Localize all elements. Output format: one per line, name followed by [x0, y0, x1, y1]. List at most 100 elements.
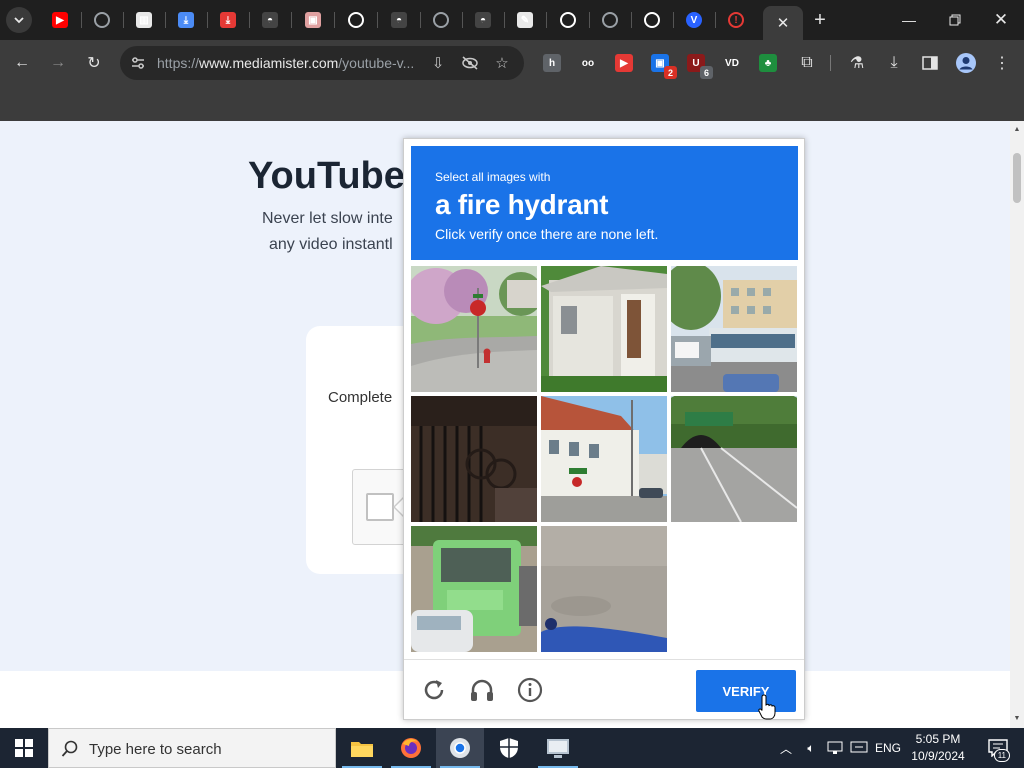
network-icon [827, 741, 843, 754]
green-extension-icon[interactable]: ♣ [759, 54, 777, 72]
clock[interactable]: 5:05 PM 10/9/2024 [908, 731, 968, 765]
image-tile[interactable] [541, 526, 667, 652]
reload-challenge-icon[interactable] [420, 676, 448, 704]
notification-button[interactable]: 11 [978, 728, 1018, 768]
security-button[interactable] [485, 728, 533, 768]
browser-tab[interactable] [632, 6, 672, 34]
browser-tab[interactable]: ▥ [124, 6, 164, 34]
image-tile[interactable] [671, 266, 797, 392]
chrome-button[interactable] [436, 728, 484, 768]
browser-tab[interactable]: ◓ [379, 6, 419, 34]
tray-overflow-button[interactable]: ︿ [776, 728, 796, 768]
browser-tab[interactable]: ✎ [505, 6, 545, 34]
network-button[interactable] [824, 728, 846, 768]
vd-icon: V [686, 12, 702, 28]
restore-button[interactable] [932, 0, 978, 40]
scroll-thumb[interactable] [1013, 153, 1021, 203]
back-button[interactable]: ← [8, 49, 36, 77]
site-settings-icon[interactable] [130, 55, 146, 71]
reload-icon: ↻ [87, 55, 101, 72]
verify-button[interactable]: VERIFY [696, 670, 796, 712]
scroll-down-arrow-icon[interactable]: ▼ [1010, 714, 1024, 724]
scroll-up-arrow-icon[interactable]: ▲ [1010, 125, 1024, 135]
tab-search-button[interactable] [6, 7, 32, 33]
browser-tab[interactable] [336, 6, 376, 34]
browser-tab[interactable]: ◓ [250, 6, 290, 34]
browser-tab[interactable] [590, 6, 630, 34]
browser-tab[interactable]: ⤓ [208, 6, 248, 34]
image-tile[interactable] [411, 396, 537, 522]
youtube-icon: ▶ [52, 12, 68, 28]
globe-icon [94, 12, 110, 28]
extension-badge: 6 [700, 66, 713, 79]
new-tab-button[interactable]: + [806, 6, 834, 34]
briefcase-extension-icon[interactable]: ▣ 2 [651, 54, 677, 79]
h-extension-icon[interactable]: h [543, 54, 561, 72]
info-icon[interactable] [516, 676, 544, 704]
browser-tab[interactable]: V [674, 6, 714, 34]
screen-button[interactable] [848, 728, 870, 768]
incognito-icon: ◓ [475, 12, 491, 28]
side-panel-button[interactable] [916, 49, 944, 77]
image-tile[interactable] [411, 266, 537, 392]
start-button[interactable] [0, 728, 48, 768]
extension-glyph: U [692, 57, 700, 69]
chrome-icon [450, 738, 470, 758]
toolbar-divider [830, 55, 831, 71]
extension-glyph: ♣ [764, 57, 772, 69]
vd-extension-icon[interactable]: VD [723, 54, 741, 72]
download-icon: ⤓ [178, 12, 194, 28]
close-window-button[interactable]: ✕ [978, 0, 1024, 40]
address-bar[interactable]: https://www.mediamister.com/youtube-v...… [120, 46, 524, 80]
volume-button[interactable]: 🔈︎ [800, 728, 822, 768]
image-tile[interactable] [541, 266, 667, 392]
url-scheme: https:// [157, 55, 200, 71]
firefox-button[interactable] [387, 728, 435, 768]
extensions-button[interactable]: ⧉ [793, 49, 821, 77]
file-explorer-button[interactable] [338, 728, 386, 768]
browser-tab[interactable] [548, 6, 588, 34]
browser-tab[interactable]: ! [716, 6, 756, 34]
language-indicator[interactable]: ENG [872, 728, 904, 768]
headphones-icon[interactable] [468, 676, 496, 704]
taskbar-search-box[interactable]: Type here to search [48, 728, 336, 768]
tab-separator [546, 12, 547, 28]
ublock-extension-icon[interactable]: U6 [687, 54, 713, 79]
forward-button[interactable]: → [44, 49, 72, 77]
profile-button[interactable] [952, 49, 980, 77]
eye-off-icon[interactable] [461, 54, 479, 72]
avatar-icon [956, 53, 976, 73]
reload-button[interactable]: ↻ [80, 49, 108, 77]
browser-tab[interactable] [82, 6, 122, 34]
active-tab[interactable]: ✕ [763, 6, 803, 40]
close-icon[interactable]: ✕ [777, 14, 790, 32]
browser-tab[interactable] [421, 6, 461, 34]
browser-tab[interactable]: ◓ [463, 6, 503, 34]
pavement-image [541, 526, 667, 652]
challenge-hint: Click verify once there are none left. [435, 226, 659, 242]
recaptcha-checkbox[interactable] [366, 493, 394, 521]
image-tile[interactable] [411, 526, 537, 652]
browser-menu-button[interactable]: ⋮ [988, 49, 1016, 77]
globe-icon [644, 12, 660, 28]
image-tile[interactable] [671, 396, 797, 522]
install-app-icon[interactable]: ⇩ [429, 54, 447, 72]
glasses-extension-icon[interactable]: oo [579, 54, 597, 72]
flask-icon: ⚗ [849, 55, 865, 72]
browser-tab[interactable]: ▣ [293, 6, 333, 34]
street-corner-image [411, 266, 537, 392]
url-text[interactable]: https://www.mediamister.com/youtube-v... [157, 55, 423, 71]
browser-tab[interactable]: ▶ [40, 6, 80, 34]
page-scrollbar[interactable]: ▲ ▼ [1010, 121, 1024, 728]
image-tile[interactable] [541, 396, 667, 522]
globe-icon [602, 12, 618, 28]
minimize-button[interactable]: — [886, 0, 932, 40]
clock-time: 5:05 PM [915, 732, 961, 746]
red-extension-icon[interactable]: ▶ [615, 54, 633, 72]
downloads-button[interactable]: ⤓ [880, 49, 908, 77]
browser-tab[interactable]: ⤓ [166, 6, 206, 34]
star-icon[interactable]: ☆ [493, 54, 511, 72]
tab-separator [377, 12, 378, 28]
labs-button[interactable]: ⚗ [843, 49, 871, 77]
remote-desktop-button[interactable] [534, 728, 582, 768]
